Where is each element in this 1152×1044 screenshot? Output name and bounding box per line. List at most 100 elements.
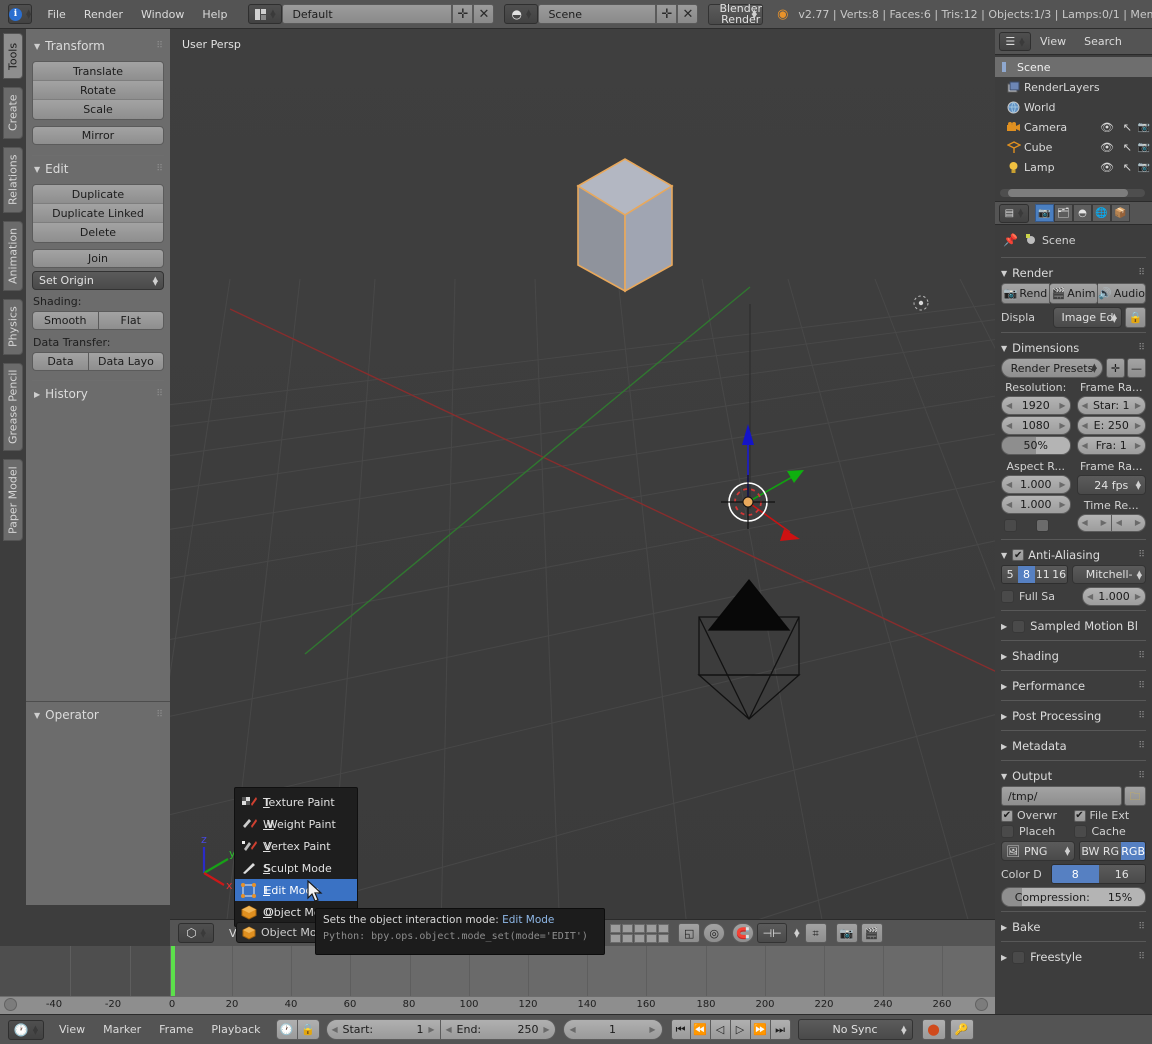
menu-item-sculpt-mode[interactable]: SSculpt Mode (235, 857, 357, 879)
output-browse-button[interactable]: 🗀 (1124, 786, 1146, 806)
data-button[interactable]: Data (32, 352, 88, 371)
timeline-editor[interactable]: -40 -20 0 20 40 60 80 100 120 140 160 18… (0, 946, 995, 1014)
renderable-camera-icon[interactable]: 📷 (1138, 142, 1150, 153)
aspect-x-field[interactable]: ◀ 1.000 ▶ (1001, 475, 1071, 494)
visibility-eye-icon[interactable]: 👁 (1100, 141, 1114, 154)
visibility-eye-icon[interactable]: 👁 (1100, 121, 1114, 134)
viewport-shading-icon[interactable]: ◱ (678, 923, 701, 943)
cache-result-toggle[interactable] (1073, 825, 1087, 838)
play-reverse-button[interactable]: ◁ (710, 1019, 731, 1040)
panel-transform[interactable]: ▼ Transform ⠿ (34, 39, 164, 53)
mirror-button[interactable]: Mirror (32, 126, 164, 145)
frame-rate-dropdown[interactable]: 24 fps ▲ ▼ (1076, 475, 1146, 495)
duplicate-linked-button[interactable]: Duplicate Linked (33, 204, 163, 223)
selectable-cursor-icon[interactable]: ↖ (1123, 141, 1132, 154)
menu-item-vertex-paint[interactable]: VVertex Paint (235, 835, 357, 857)
scene-browse-icon[interactable]: ◓ ▲ ▼ (504, 4, 539, 24)
aa-sample-8[interactable]: 8 (1018, 566, 1035, 583)
outliner-menu-search[interactable]: Search (1075, 35, 1131, 48)
frame-start-field[interactable]: ◀ Star: 1 ▶ (1076, 396, 1146, 415)
keyframe-lock-button[interactable]: 🔒 (297, 1019, 320, 1040)
translate-button[interactable]: Translate (33, 62, 163, 81)
panel-shading[interactable]: ▶ Shading ⠿ (1001, 645, 1146, 666)
editor-type-selector-3dview[interactable]: ⬡ ▲ ▼ (178, 923, 214, 943)
outliner-row-lamp[interactable]: Lamp 👁 ↖ 📷 (995, 157, 1152, 177)
remove-preset-button[interactable]: — (1127, 358, 1146, 378)
render-image-button[interactable]: 📷 Rend (1001, 283, 1050, 304)
jump-to-end-button[interactable]: ⏭ (770, 1019, 791, 1040)
display-lock-button[interactable]: 🔒 (1125, 307, 1146, 328)
panel-performance[interactable]: ▶ Performance ⠿ (1001, 675, 1146, 696)
screen-layout-name[interactable]: Default (282, 4, 453, 24)
outliner-row-world[interactable]: World (995, 97, 1152, 117)
outliner-row-scene[interactable]: Scene (995, 57, 1152, 77)
panel-output[interactable]: ▼ Output ⠿ (1001, 765, 1146, 786)
panel-operator[interactable]: ▼ Operator ⠿ (34, 708, 164, 722)
auto-keyframe-button[interactable]: 🕐 (275, 1019, 298, 1040)
scene-name-field[interactable]: Scene (538, 4, 657, 24)
tab-object[interactable]: 📦 (1111, 204, 1130, 222)
tab-scene[interactable]: ◓ (1073, 204, 1092, 222)
sidebar-item-create[interactable]: Create (3, 87, 23, 139)
render-animation-button[interactable]: 🎬 Anim (1050, 283, 1098, 304)
motion-blur-toggle[interactable] (1012, 619, 1026, 633)
panel-dimensions[interactable]: ▼ Dimensions ⠿ (1001, 337, 1146, 358)
panel-history[interactable]: ▶ History ⠿ (34, 387, 164, 401)
menu-item-texture-paint[interactable]: TTexture Paint (235, 791, 357, 813)
scene-delete-button[interactable]: ✕ (677, 4, 699, 24)
panel-sampled-motion-blur[interactable]: ▶ Sampled Motion Bl (1001, 615, 1146, 636)
record-button[interactable]: ⬤ (921, 1019, 946, 1040)
color-mode-rgba[interactable]: RGB (1121, 842, 1145, 860)
resolution-percent-slider[interactable]: 50% (1001, 436, 1071, 455)
outliner-scrollbar[interactable] (1000, 189, 1145, 197)
resolution-y-field[interactable]: ◀ 1080 ▶ (1001, 416, 1071, 435)
outliner-row-camera[interactable]: Camera 👁 ↖ 📷 (995, 117, 1152, 137)
resolution-x-field[interactable]: ◀ 1920 ▶ (1001, 396, 1071, 415)
sidebar-item-physics[interactable]: Physics (3, 299, 23, 355)
rotate-button[interactable]: Rotate (33, 81, 163, 100)
render-opengl-anim-icon[interactable]: 🎬 (860, 923, 883, 943)
tab-world[interactable]: 🌐 (1092, 204, 1111, 222)
duplicate-button[interactable]: Duplicate (33, 185, 163, 204)
join-button[interactable]: Join (32, 249, 164, 268)
color-mode-bw[interactable]: BW (1080, 842, 1101, 860)
jump-to-start-button[interactable]: ⏮ (670, 1019, 691, 1040)
timeline-playhead[interactable] (171, 946, 175, 996)
renderable-camera-icon[interactable]: 📷 (1138, 122, 1150, 133)
panel-bake[interactable]: ▶ Bake ⠿ (1001, 916, 1146, 937)
panel-freestyle[interactable]: ▶ Freestyle ⠿ (1001, 946, 1146, 967)
selectable-cursor-icon[interactable]: ↖ (1123, 161, 1132, 174)
scene-add-button[interactable]: ✛ (656, 4, 678, 24)
menu-render[interactable]: Render (75, 8, 132, 21)
crop-toggle[interactable] (1036, 519, 1049, 532)
outliner-row-renderlayers[interactable]: RenderLayers (995, 77, 1152, 97)
renderable-camera-icon[interactable]: 📷 (1138, 162, 1150, 173)
3d-viewport[interactable]: User Persp z y x (170, 29, 995, 919)
editor-type-selector-info[interactable]: i ▲ ▼ (8, 4, 33, 24)
menu-help[interactable]: Help (193, 8, 236, 21)
editor-type-selector-timeline[interactable]: 🕐 ▲ ▼ (8, 1019, 44, 1040)
snap-magnet-icon[interactable]: 🧲 (732, 923, 755, 943)
render-opengl-icon[interactable]: 📷 (835, 923, 858, 943)
data-layout-button[interactable]: Data Layo (87, 352, 164, 371)
panel-render[interactable]: ▼ Render ⠿ (1001, 262, 1146, 283)
snap-toggle-icon[interactable]: ⌗ (804, 923, 827, 943)
next-keyframe-button[interactable]: ⏩ (750, 1019, 771, 1040)
menu-file[interactable]: File (38, 8, 74, 21)
smooth-button[interactable]: Smooth (32, 311, 98, 330)
timeline-scroll-handle-right[interactable] (975, 998, 988, 1011)
timeline-menu-frame[interactable]: Frame (150, 1023, 202, 1036)
layer-grid-2[interactable] (610, 923, 670, 943)
aa-filter-size-field[interactable]: ◀ 1.000 ▶ (1082, 587, 1146, 606)
prev-keyframe-button[interactable]: ⏪ (690, 1019, 711, 1040)
output-path-field[interactable]: /tmp/ (1001, 786, 1122, 806)
selectable-cursor-icon[interactable]: ↖ (1123, 121, 1132, 134)
add-preset-button[interactable]: ✛ (1106, 358, 1125, 378)
flat-button[interactable]: Flat (97, 311, 164, 330)
screen-delete-button[interactable]: ✕ (473, 4, 495, 24)
play-button[interactable]: ▷ (730, 1019, 751, 1040)
panel-anti-aliasing[interactable]: ▼ ✔ Anti-Aliasing ⠿ (1001, 544, 1146, 565)
outliner-row-cube[interactable]: Cube 👁 ↖ 📷 (995, 137, 1152, 157)
screen-browse-icon[interactable]: ▲ ▼ (248, 4, 283, 24)
compression-slider[interactable]: Compression: 15% (1001, 887, 1146, 907)
